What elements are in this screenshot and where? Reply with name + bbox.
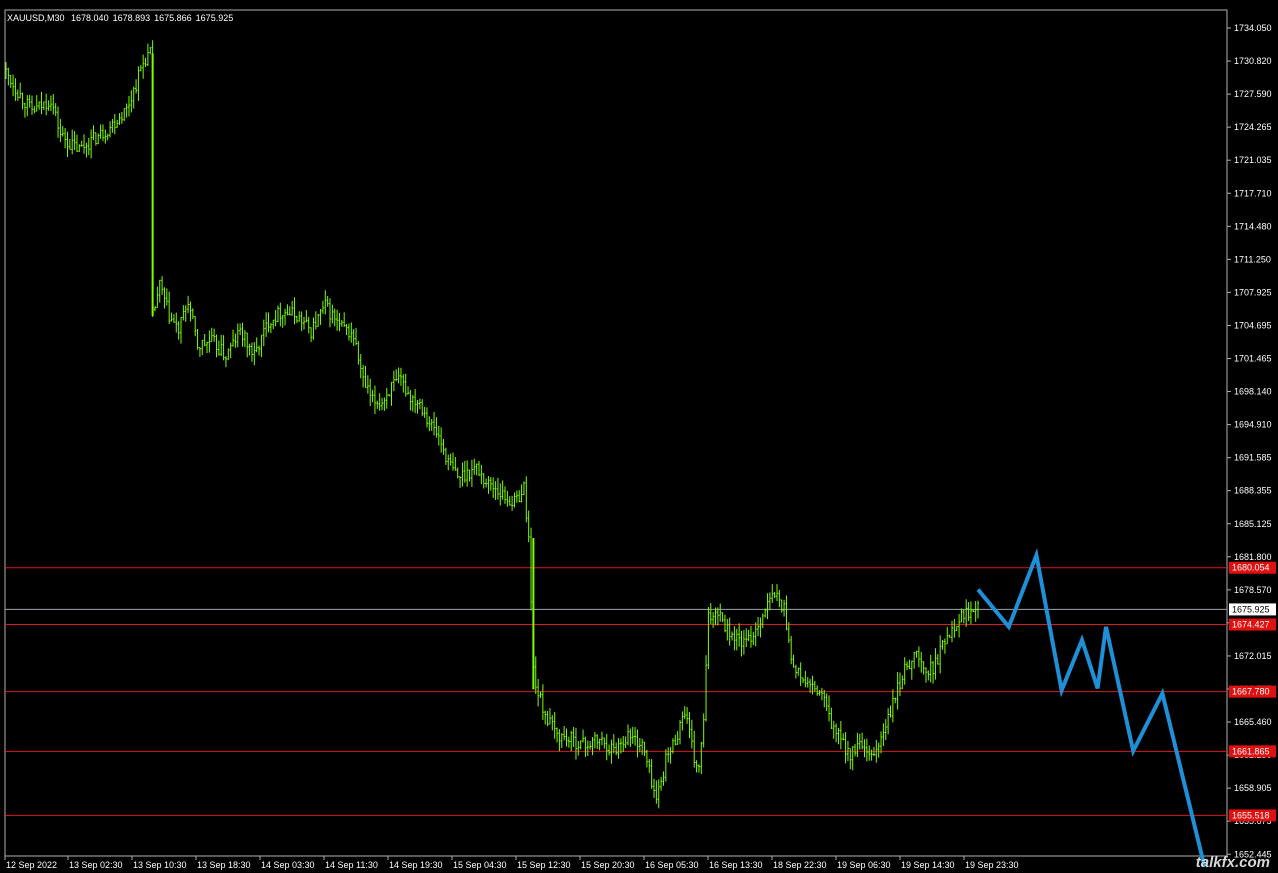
price-tick-label: 1734.050	[1234, 23, 1272, 33]
price-chart[interactable]: 1734.050 1730.820 1727.590 1724.265 1721.035…	[0, 0, 1278, 873]
bid-label: 1675.925	[1232, 604, 1270, 614]
price-axis: 1734.050 1730.820 1727.590 1724.265 1721.035…	[1227, 23, 1272, 859]
price-tick-label: 1704.695	[1234, 320, 1272, 330]
watermark-logo: talkfx.com	[1195, 854, 1270, 871]
price-tick-label: 1685.125	[1234, 519, 1272, 529]
level-label: 1661.865	[1232, 746, 1270, 756]
time-tick-label: 15 Sep 12:30	[517, 860, 571, 870]
price-tick-label: 1727.590	[1234, 89, 1272, 99]
price-tick-label: 1714.480	[1234, 221, 1272, 231]
price-tick-label: 1681.800	[1234, 552, 1272, 562]
price-tick-label: 1691.585	[1234, 453, 1272, 463]
price-tick-label: 1678.570	[1234, 585, 1272, 595]
time-tick-label: 13 Sep 10:30	[133, 860, 187, 870]
price-tick-label: 1701.465	[1234, 354, 1272, 364]
time-tick-label: 14 Sep 03:30	[261, 860, 315, 870]
time-tick-label: 19 Sep 23:30	[965, 860, 1019, 870]
time-axis: 12 Sep 2022 13 Sep 02:30 13 Sep 10:30 13 Se…	[4, 856, 1019, 870]
close-value: 1675.925	[195, 13, 234, 23]
time-tick-label: 13 Sep 18:30	[197, 860, 251, 870]
time-tick-label: 16 Sep 05:30	[645, 860, 699, 870]
price-tick-label: 1658.905	[1234, 783, 1272, 793]
price-tick-label: 1711.250	[1234, 254, 1271, 264]
price-tick-label: 1694.910	[1234, 420, 1272, 430]
low-value: 1675.866	[154, 13, 192, 23]
time-tick-label: 14 Sep 19:30	[389, 860, 443, 870]
forecast-path	[976, 547, 1207, 867]
time-tick-label: 19 Sep 14:30	[901, 860, 955, 870]
time-tick-label: 16 Sep 13:30	[709, 860, 763, 870]
time-tick-label: 15 Sep 04:30	[453, 860, 507, 870]
plot-frame	[4, 9, 1228, 857]
time-tick-label: 14 Sep 11:30	[325, 860, 378, 870]
price-tick-label: 1724.265	[1234, 122, 1272, 132]
high-value: 1678.893	[112, 13, 151, 23]
level-label: 1655.518	[1232, 810, 1270, 820]
chart-header: XAUUSD,M30 1678.040 1678.893 1675.866 1675.…	[7, 13, 237, 23]
time-tick-label: 12 Sep 2022	[6, 860, 57, 870]
time-tick-label: 19 Sep 06:30	[837, 860, 891, 870]
candles	[5, 40, 980, 809]
open-value: 1678.040	[71, 13, 109, 23]
symbol-label: XAUUSD,M30	[7, 13, 65, 23]
forecast-line[interactable]	[976, 547, 1207, 867]
time-tick-label: 13 Sep 02:30	[69, 860, 123, 870]
level-label: 1667.780	[1232, 687, 1270, 697]
time-tick-label: 18 Sep 22:30	[773, 860, 827, 870]
price-tick-label: 1688.355	[1234, 486, 1272, 496]
price-tick-label: 1721.035	[1234, 155, 1272, 165]
price-tick-label: 1698.140	[1234, 387, 1272, 397]
chart-window: { "header": { "symbol": "XAUUSD,M30", "o…	[0, 0, 1278, 873]
time-tick-label: 15 Sep 20:30	[581, 860, 635, 870]
level-label: 1680.054	[1232, 563, 1270, 573]
price-tick-label: 1717.710	[1234, 188, 1272, 198]
price-tick-label: 1730.820	[1234, 56, 1272, 66]
level-label: 1674.427	[1232, 620, 1270, 630]
price-tick-label: 1672.015	[1234, 651, 1272, 661]
price-tick-label: 1665.460	[1234, 717, 1272, 727]
price-tick-label: 1707.925	[1234, 287, 1272, 297]
